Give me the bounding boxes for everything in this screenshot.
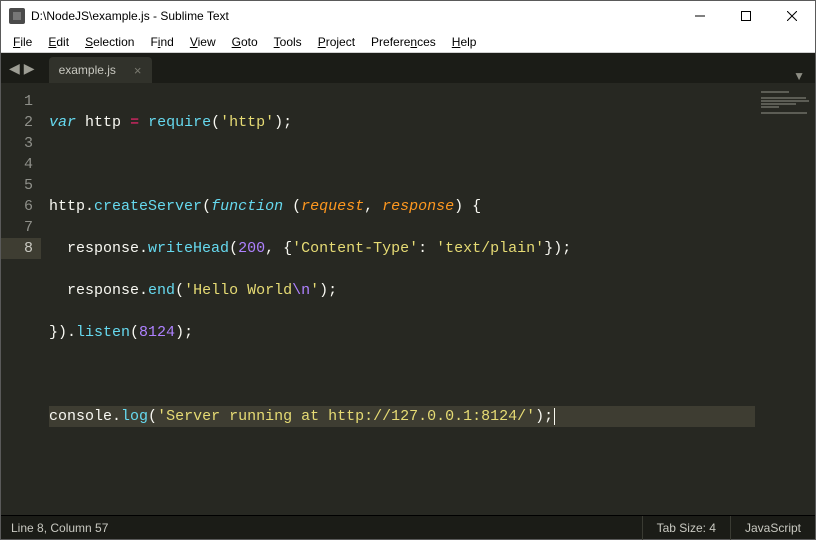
menu-help[interactable]: Help: [444, 33, 485, 51]
editor: 1 2 3 4 5 6 7 8 var http = require('http…: [1, 83, 815, 515]
gutter: 1 2 3 4 5 6 7 8: [1, 83, 41, 515]
minimize-button[interactable]: [677, 1, 723, 31]
line-number[interactable]: 6: [1, 196, 33, 217]
statusbar: Line 8, Column 57 Tab Size: 4 JavaScript: [1, 515, 815, 539]
tab-prev-icon[interactable]: ◀: [7, 60, 22, 77]
window-controls: [677, 1, 815, 31]
status-syntax[interactable]: JavaScript: [730, 516, 815, 540]
code-area[interactable]: var http = require('http'); http.createS…: [41, 83, 755, 515]
tab-bar: ◀ ▶ example.js × ▼: [1, 53, 815, 83]
text-cursor: [554, 408, 555, 425]
minimap-content: [761, 91, 811, 115]
status-position[interactable]: Line 8, Column 57: [1, 521, 118, 535]
menubar: File Edit Selection Find View Goto Tools…: [1, 31, 815, 53]
menu-tools[interactable]: Tools: [266, 33, 310, 51]
line-number[interactable]: 8: [1, 238, 41, 259]
tab-example-js[interactable]: example.js ×: [49, 57, 152, 83]
app-window: D:\NodeJS\example.js - Sublime Text File…: [0, 0, 816, 540]
line-number[interactable]: 7: [1, 217, 33, 238]
tab-next-icon[interactable]: ▶: [22, 60, 37, 77]
menu-goto[interactable]: Goto: [224, 33, 266, 51]
menu-project[interactable]: Project: [310, 33, 363, 51]
tab-nav-arrows: ◀ ▶: [1, 53, 43, 83]
minimap[interactable]: [755, 83, 815, 515]
menu-view[interactable]: View: [182, 33, 224, 51]
tab-close-icon[interactable]: ×: [134, 63, 142, 78]
status-tab-size[interactable]: Tab Size: 4: [642, 516, 730, 540]
tab-overflow-icon[interactable]: ▼: [783, 69, 815, 83]
menu-selection[interactable]: Selection: [77, 33, 142, 51]
menu-find[interactable]: Find: [142, 33, 181, 51]
titlebar[interactable]: D:\NodeJS\example.js - Sublime Text: [1, 1, 815, 31]
menu-preferences[interactable]: Preferences: [363, 33, 444, 51]
window-title: D:\NodeJS\example.js - Sublime Text: [31, 9, 229, 23]
line-number[interactable]: 3: [1, 133, 33, 154]
line-number[interactable]: 2: [1, 112, 33, 133]
close-button[interactable]: [769, 1, 815, 31]
menu-file[interactable]: File: [5, 33, 40, 51]
menu-edit[interactable]: Edit: [40, 33, 77, 51]
maximize-button[interactable]: [723, 1, 769, 31]
tab-label: example.js: [59, 63, 116, 77]
line-number[interactable]: 5: [1, 175, 33, 196]
line-number[interactable]: 1: [1, 91, 33, 112]
line-number[interactable]: 4: [1, 154, 33, 175]
app-icon: [9, 8, 25, 24]
